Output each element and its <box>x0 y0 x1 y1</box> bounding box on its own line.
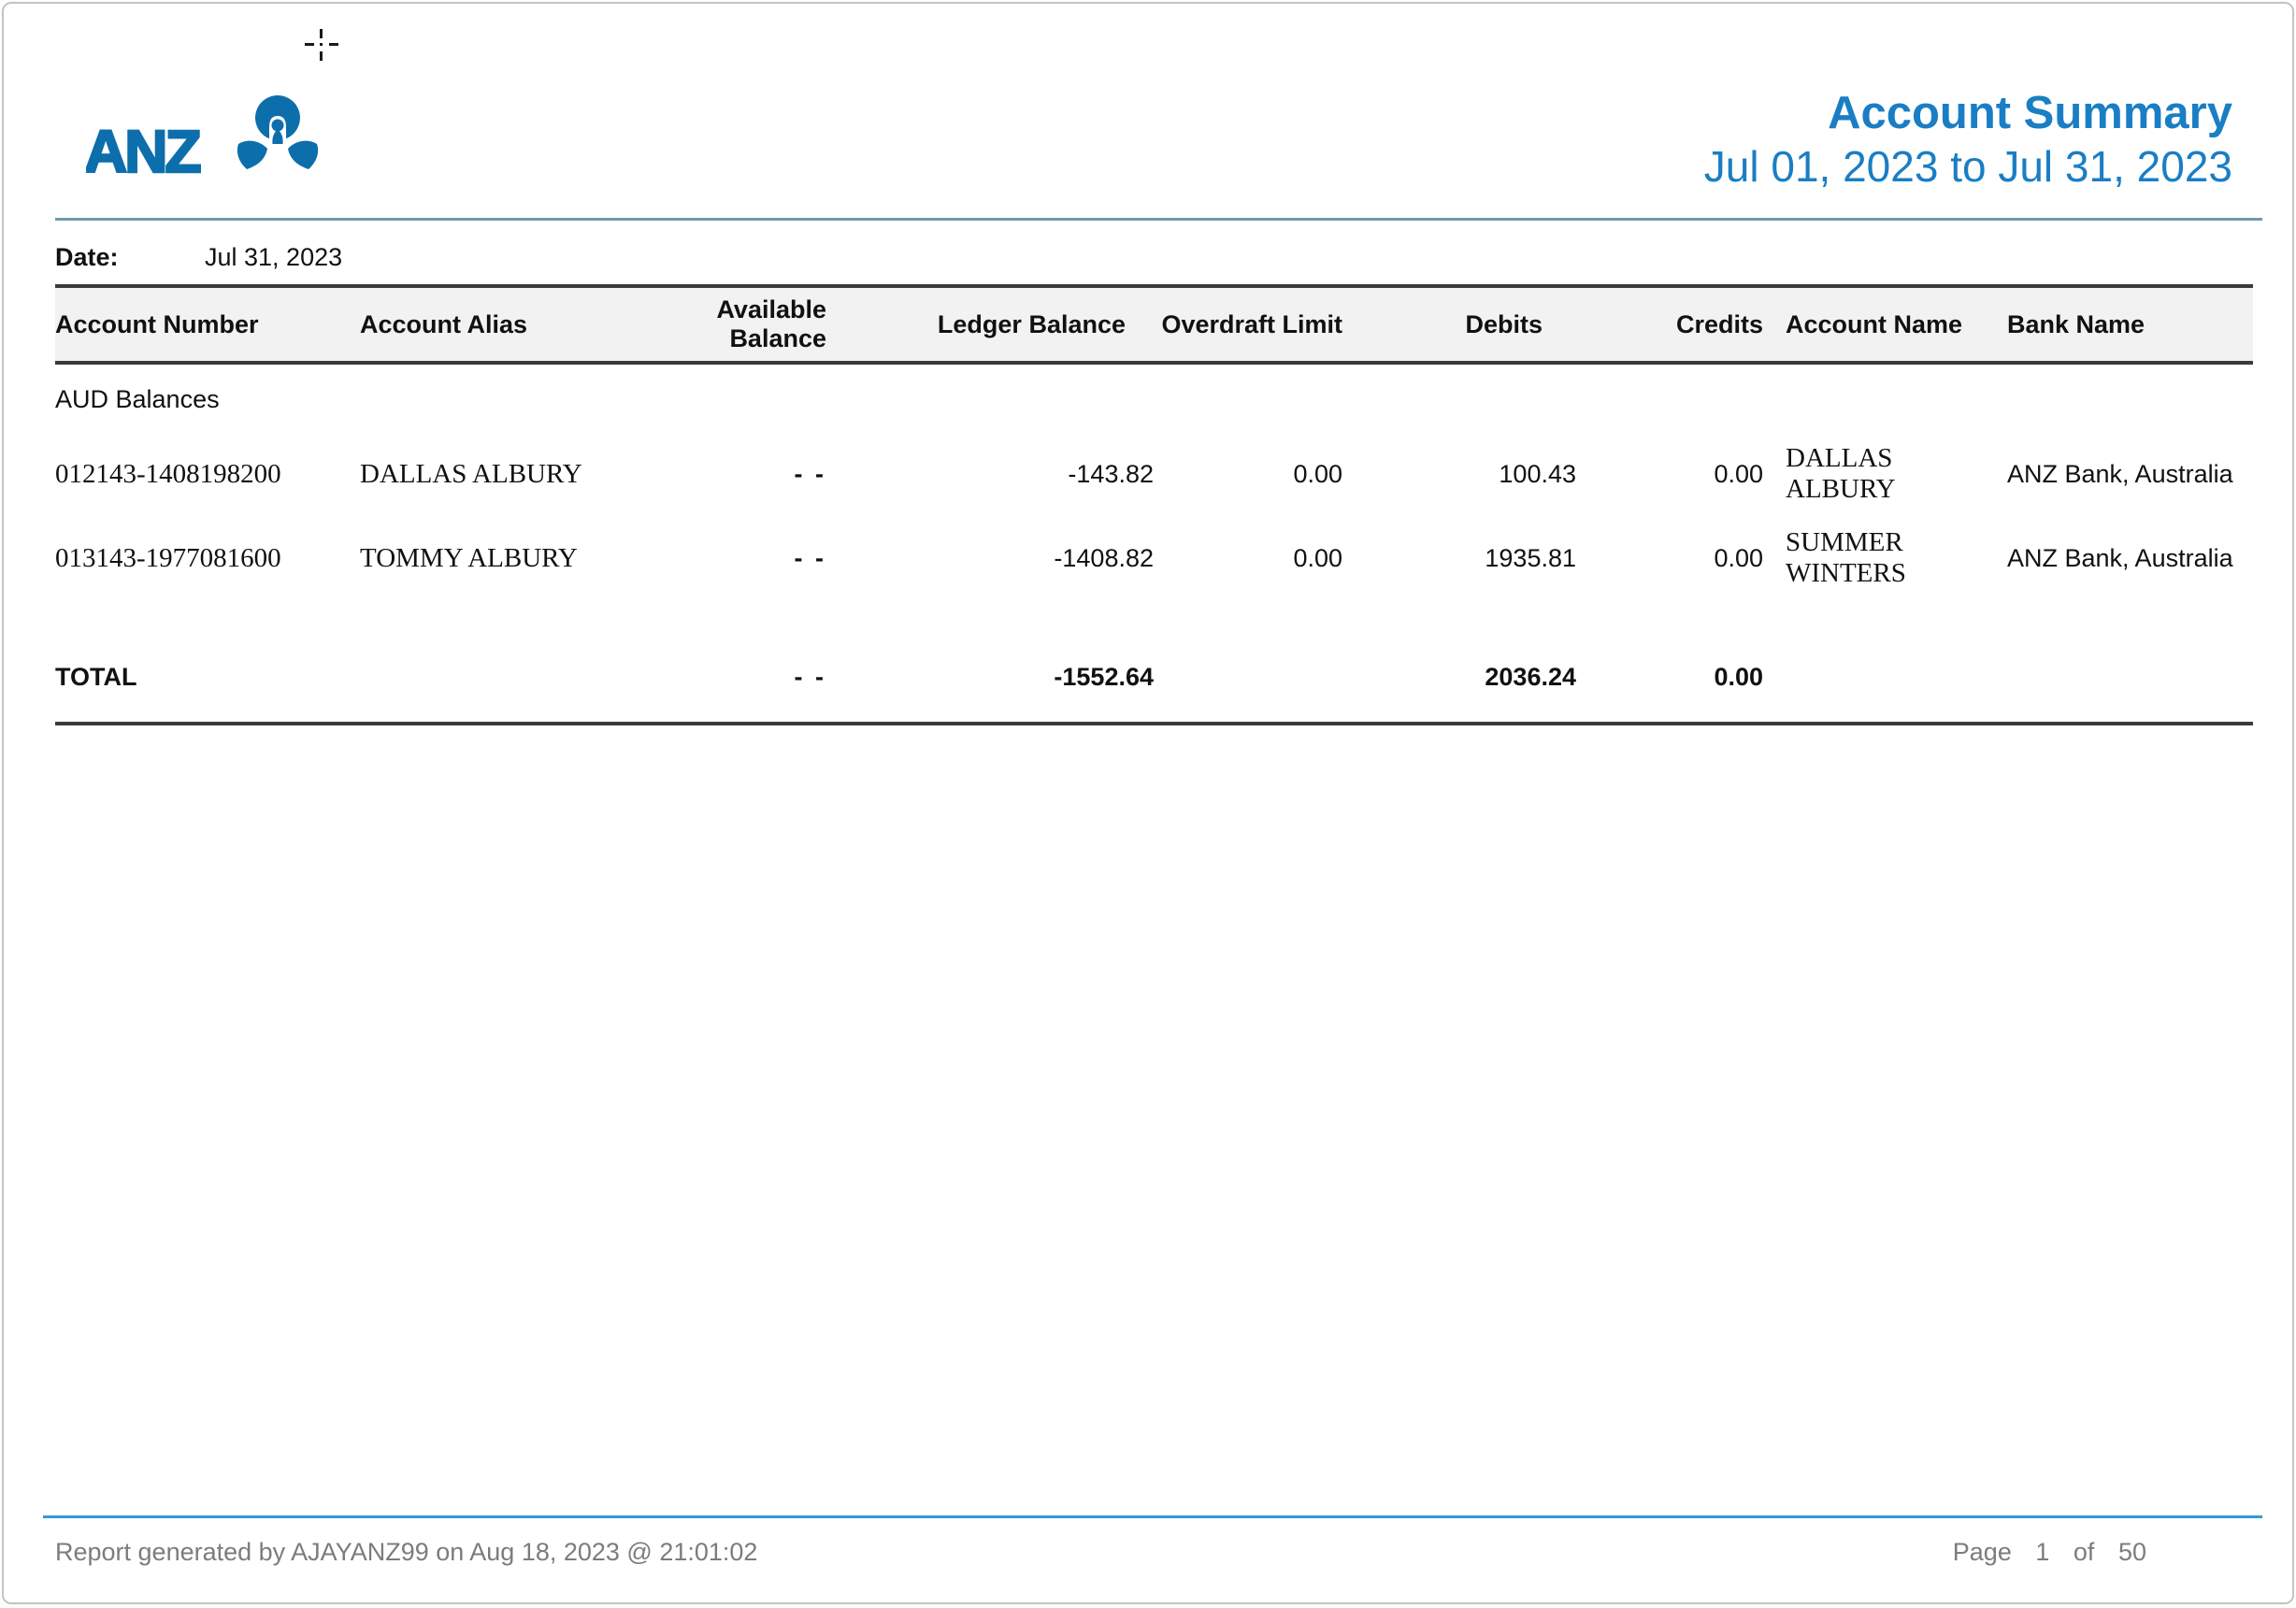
cell-account-name: DALLAS ALBURY <box>1786 443 2007 505</box>
column-header-overdraft-limit: Overdraft Limit <box>1159 310 1348 339</box>
account-summary-report-page: ANZ Account Summary Jul 01, 2023 to Jul … <box>2 2 2294 1604</box>
page-number: 1 <box>2035 1538 2049 1566</box>
table-row: 013143-1977081600 TOMMY ALBURY - - -1408… <box>55 527 2253 568</box>
crosshair-cursor <box>305 29 338 61</box>
page-title: Account Summary <box>1704 86 2232 140</box>
footer-divider <box>43 1515 2262 1518</box>
cell-credits: 0.00 <box>1582 544 1786 573</box>
cell-credits: 0.00 <box>1582 460 1786 489</box>
cell-available-balance: - - <box>622 544 832 573</box>
column-header-debits: Debits <box>1348 310 1582 339</box>
cell-ledger-balance: -1408.82 <box>832 544 1159 573</box>
column-header-ledger-balance: Ledger Balance <box>832 310 1159 339</box>
column-header-account-alias: Account Alias <box>360 310 622 339</box>
column-header-available-balance: Available Balance <box>622 295 832 353</box>
total-ledger-balance: -1552.64 <box>832 663 1159 692</box>
anz-logo: ANZ <box>86 90 331 179</box>
table-total-row: TOTAL - - -1552.64 2036.24 0.00 <box>55 656 2253 697</box>
page-of-label: of <box>2074 1538 2095 1566</box>
cell-account-alias: TOMMY ALBURY <box>360 543 622 574</box>
anz-lotus-symbol <box>237 95 318 169</box>
column-header-credits: Credits <box>1582 310 1786 339</box>
cell-overdraft-limit: 0.00 <box>1159 544 1348 573</box>
date-value: Jul 31, 2023 <box>205 243 342 272</box>
total-label: TOTAL <box>55 663 360 692</box>
column-header-account-number: Account Number <box>55 310 360 339</box>
table-bottom-rule <box>55 722 2253 725</box>
total-debits: 2036.24 <box>1348 663 1582 692</box>
cell-bank-name: ANZ Bank, Australia <box>2007 460 2253 489</box>
cell-account-number: 012143-1408198200 <box>55 459 360 490</box>
page-label: Page <box>1953 1538 2012 1566</box>
report-date-range: Jul 01, 2023 to Jul 31, 2023 <box>1704 140 2232 193</box>
cell-available-balance: - - <box>622 460 832 489</box>
page-indicator: Page 1 of 50 <box>1953 1538 2146 1567</box>
header-divider <box>55 218 2262 221</box>
cell-ledger-balance: -143.82 <box>832 460 1159 489</box>
account-summary-table: Account Number Account Alias Available B… <box>55 284 2253 725</box>
table-row: 012143-1408198200 DALLAS ALBURY - - -143… <box>55 443 2253 484</box>
column-header-account-name: Account Name <box>1786 310 2007 339</box>
total-credits: 0.00 <box>1582 663 1786 692</box>
anz-logo-icon: ANZ <box>86 90 331 179</box>
report-generated-text: Report generated by AJAYANZ99 on Aug 18,… <box>55 1538 757 1567</box>
table-header-row: Account Number Account Alias Available B… <box>55 284 2253 365</box>
column-header-bank-name: Bank Name <box>2007 310 2253 339</box>
cell-bank-name: ANZ Bank, Australia <box>2007 544 2253 573</box>
cell-debits: 100.43 <box>1348 460 1582 489</box>
date-label: Date: <box>55 243 205 272</box>
cell-overdraft-limit: 0.00 <box>1159 460 1348 489</box>
cell-account-alias: DALLAS ALBURY <box>360 459 622 490</box>
section-label-aud-balances: AUD Balances <box>55 385 2253 417</box>
total-available-balance: - - <box>622 663 832 692</box>
page-total: 50 <box>2118 1538 2146 1566</box>
cell-account-number: 013143-1977081600 <box>55 543 360 574</box>
anz-logo-text: ANZ <box>86 118 200 179</box>
report-date-row: Date:Jul 31, 2023 <box>55 243 342 272</box>
cell-debits: 1935.81 <box>1348 544 1582 573</box>
cell-account-name: SUMMER WINTERS <box>1786 527 2007 589</box>
